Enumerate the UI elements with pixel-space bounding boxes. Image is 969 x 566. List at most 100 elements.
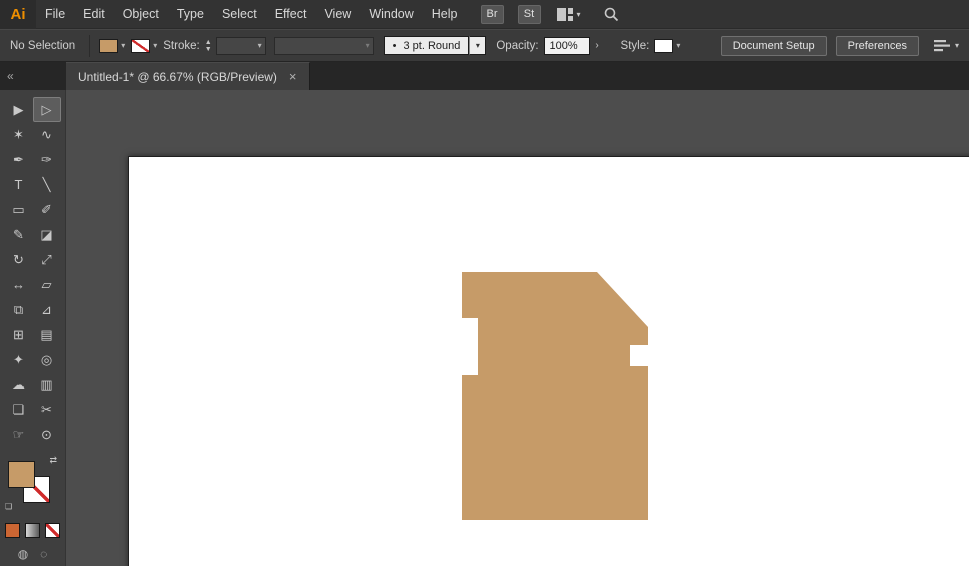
curvature-tool[interactable]: ✑	[33, 147, 61, 172]
menu-edit[interactable]: Edit	[74, 0, 114, 29]
line-segment-tool[interactable]: ╲	[33, 172, 61, 197]
fill-color-swatch[interactable]	[99, 38, 119, 53]
menu-effect[interactable]: Effect	[266, 0, 316, 29]
gradient-button[interactable]	[25, 523, 40, 538]
rotate-tool[interactable]: ↻	[5, 247, 33, 272]
search-button[interactable]	[603, 6, 619, 22]
fill-type-buttons	[5, 523, 60, 538]
magic-wand-tool[interactable]: ✶	[5, 122, 33, 147]
main-area: ▶ ▷ ✶ ∿ ✒ ✑ T ╲ ▭ ✐ ✎ ◪ ↻ ⤢ ↔ ▱ ⧉ ⊿ ⊞ ▤ ✦ ◎ ☁ ▥ ❏ ✂ ☞ ⊙ ⇄ ❏ ◍ ◌	[0, 90, 969, 566]
scale-tool[interactable]: ⤢	[33, 247, 61, 272]
artboard-tool[interactable]: ❏	[5, 397, 33, 422]
canvas-area[interactable]	[66, 90, 969, 566]
eraser-tool[interactable]: ◪	[33, 222, 61, 247]
app-logo: Ai	[0, 0, 36, 29]
preferences-button[interactable]: Preferences	[835, 35, 919, 56]
pencil-tool-icon: ✎	[13, 226, 24, 242]
document-tab[interactable]: Untitled-1* @ 66.67% (RGB/Preview) ×	[66, 62, 310, 90]
brush-definition-value: 3 pt. Round	[403, 39, 461, 52]
stock-button[interactable]: St	[517, 4, 541, 24]
swap-fill-stroke-icon[interactable]: ⇄	[49, 455, 57, 466]
stroke-weight-dropdown[interactable]: ▾	[215, 36, 266, 55]
drawn-shape[interactable]	[462, 272, 648, 520]
width-tool[interactable]: ↔	[5, 272, 33, 297]
perspective-grid-tool-icon: ⊿	[41, 301, 52, 317]
column-graph-tool[interactable]: ▥	[33, 372, 61, 397]
brush-definition-dropdown[interactable]: • 3 pt. Round	[383, 36, 470, 55]
draw-normal-icon[interactable]: ◍	[18, 547, 28, 561]
opacity-field[interactable]: 100%	[543, 36, 590, 55]
opacity-label[interactable]: Opacity:	[496, 40, 538, 52]
menu-help[interactable]: Help	[423, 0, 467, 29]
direct-selection-tool-icon: ▷	[41, 101, 52, 117]
close-tab-icon[interactable]: ×	[289, 70, 297, 83]
eraser-tool-icon: ◪	[40, 226, 53, 242]
opacity-panel-arrow[interactable]: ›	[590, 37, 605, 55]
menu-type[interactable]: Type	[168, 0, 213, 29]
zoom-tool[interactable]: ⊙	[33, 422, 61, 447]
paintbrush-tool-icon: ✐	[41, 201, 52, 217]
style-dropdown-icon[interactable]: ▾	[676, 41, 680, 50]
stroke-weight-stepper[interactable]: ▲ ▼	[205, 39, 212, 53]
chevron-down-icon: ▾	[954, 41, 959, 50]
paintbrush-tool[interactable]: ✐	[33, 197, 61, 222]
menu-object[interactable]: Object	[114, 0, 168, 29]
pencil-tool[interactable]: ✎	[5, 222, 33, 247]
menu-select[interactable]: Select	[213, 0, 266, 29]
perspective-grid-tool[interactable]: ⊿	[33, 297, 61, 322]
free-transform-tool[interactable]: ▱	[33, 272, 61, 297]
symbol-sprayer-tool[interactable]: ☁	[5, 372, 33, 397]
stepper-up-icon[interactable]: ▲	[205, 39, 212, 46]
fill-indicator[interactable]	[8, 461, 35, 488]
width-tool-icon: ↔	[12, 277, 25, 292]
menu-view[interactable]: View	[315, 0, 360, 29]
align-options-button[interactable]: ▾	[933, 39, 959, 53]
menu-file[interactable]: File	[36, 0, 74, 29]
hand-tool[interactable]: ☞	[5, 422, 33, 447]
color-button[interactable]	[5, 523, 20, 538]
fill-dropdown-icon[interactable]: ▾	[121, 41, 125, 50]
slice-tool[interactable]: ✂	[33, 397, 61, 422]
selection-status: No Selection	[10, 39, 76, 52]
lasso-tool[interactable]: ∿	[33, 122, 61, 147]
divider	[89, 34, 91, 57]
column-graph-tool-icon: ▥	[40, 376, 53, 392]
rotate-tool-icon: ↻	[13, 251, 24, 267]
stepper-down-icon[interactable]: ▼	[205, 46, 212, 53]
none-button[interactable]	[45, 523, 60, 538]
pen-tool[interactable]: ✒	[5, 147, 33, 172]
gradient-tool[interactable]: ▤	[33, 322, 61, 347]
stroke-dropdown-icon[interactable]: ▾	[153, 41, 157, 50]
document-setup-button[interactable]: Document Setup	[720, 35, 827, 56]
style-swatch[interactable]	[654, 38, 674, 53]
selection-tool[interactable]: ▶	[5, 97, 33, 122]
width-profile-dropdown[interactable]: ▾	[273, 36, 374, 55]
bridge-button[interactable]: Br	[480, 4, 504, 24]
brush-dot-icon: •	[392, 39, 397, 52]
chevron-down-icon: ▾	[257, 41, 262, 50]
stroke-label[interactable]: Stroke:	[163, 40, 199, 52]
direct-selection-tool[interactable]: ▷	[32, 97, 61, 122]
type-tool-icon: T	[14, 177, 23, 192]
workspace-switcher[interactable]: ▾	[556, 7, 581, 21]
collapse-panel-icon: «	[7, 69, 14, 83]
stroke-color-swatch[interactable]	[131, 38, 151, 53]
type-tool[interactable]: T	[5, 172, 33, 197]
draw-behind-icon[interactable]: ◌	[40, 547, 47, 561]
blend-tool[interactable]: ◎	[33, 347, 61, 372]
shape-builder-tool[interactable]: ⧉	[5, 297, 33, 322]
chevron-down-icon: ▾	[365, 41, 370, 50]
menu-window[interactable]: Window	[360, 0, 422, 29]
eyedropper-tool[interactable]: ✦	[5, 347, 33, 372]
rectangle-tool[interactable]: ▭	[5, 197, 33, 222]
panel-collapse-button[interactable]: «	[0, 62, 66, 90]
brush-definition-arrow[interactable]: ▾	[469, 36, 487, 55]
symbol-sprayer-tool-icon: ☁	[12, 376, 25, 392]
blend-tool-icon: ◎	[40, 351, 53, 367]
mesh-tool[interactable]: ⊞	[5, 322, 33, 347]
drawing-modes: ◍ ◌	[18, 547, 48, 561]
style-label[interactable]: Style:	[621, 40, 650, 52]
rectangle-tool-icon: ▭	[12, 201, 25, 217]
default-fill-stroke-icon[interactable]: ❏	[5, 502, 12, 511]
align-icon	[933, 39, 950, 51]
